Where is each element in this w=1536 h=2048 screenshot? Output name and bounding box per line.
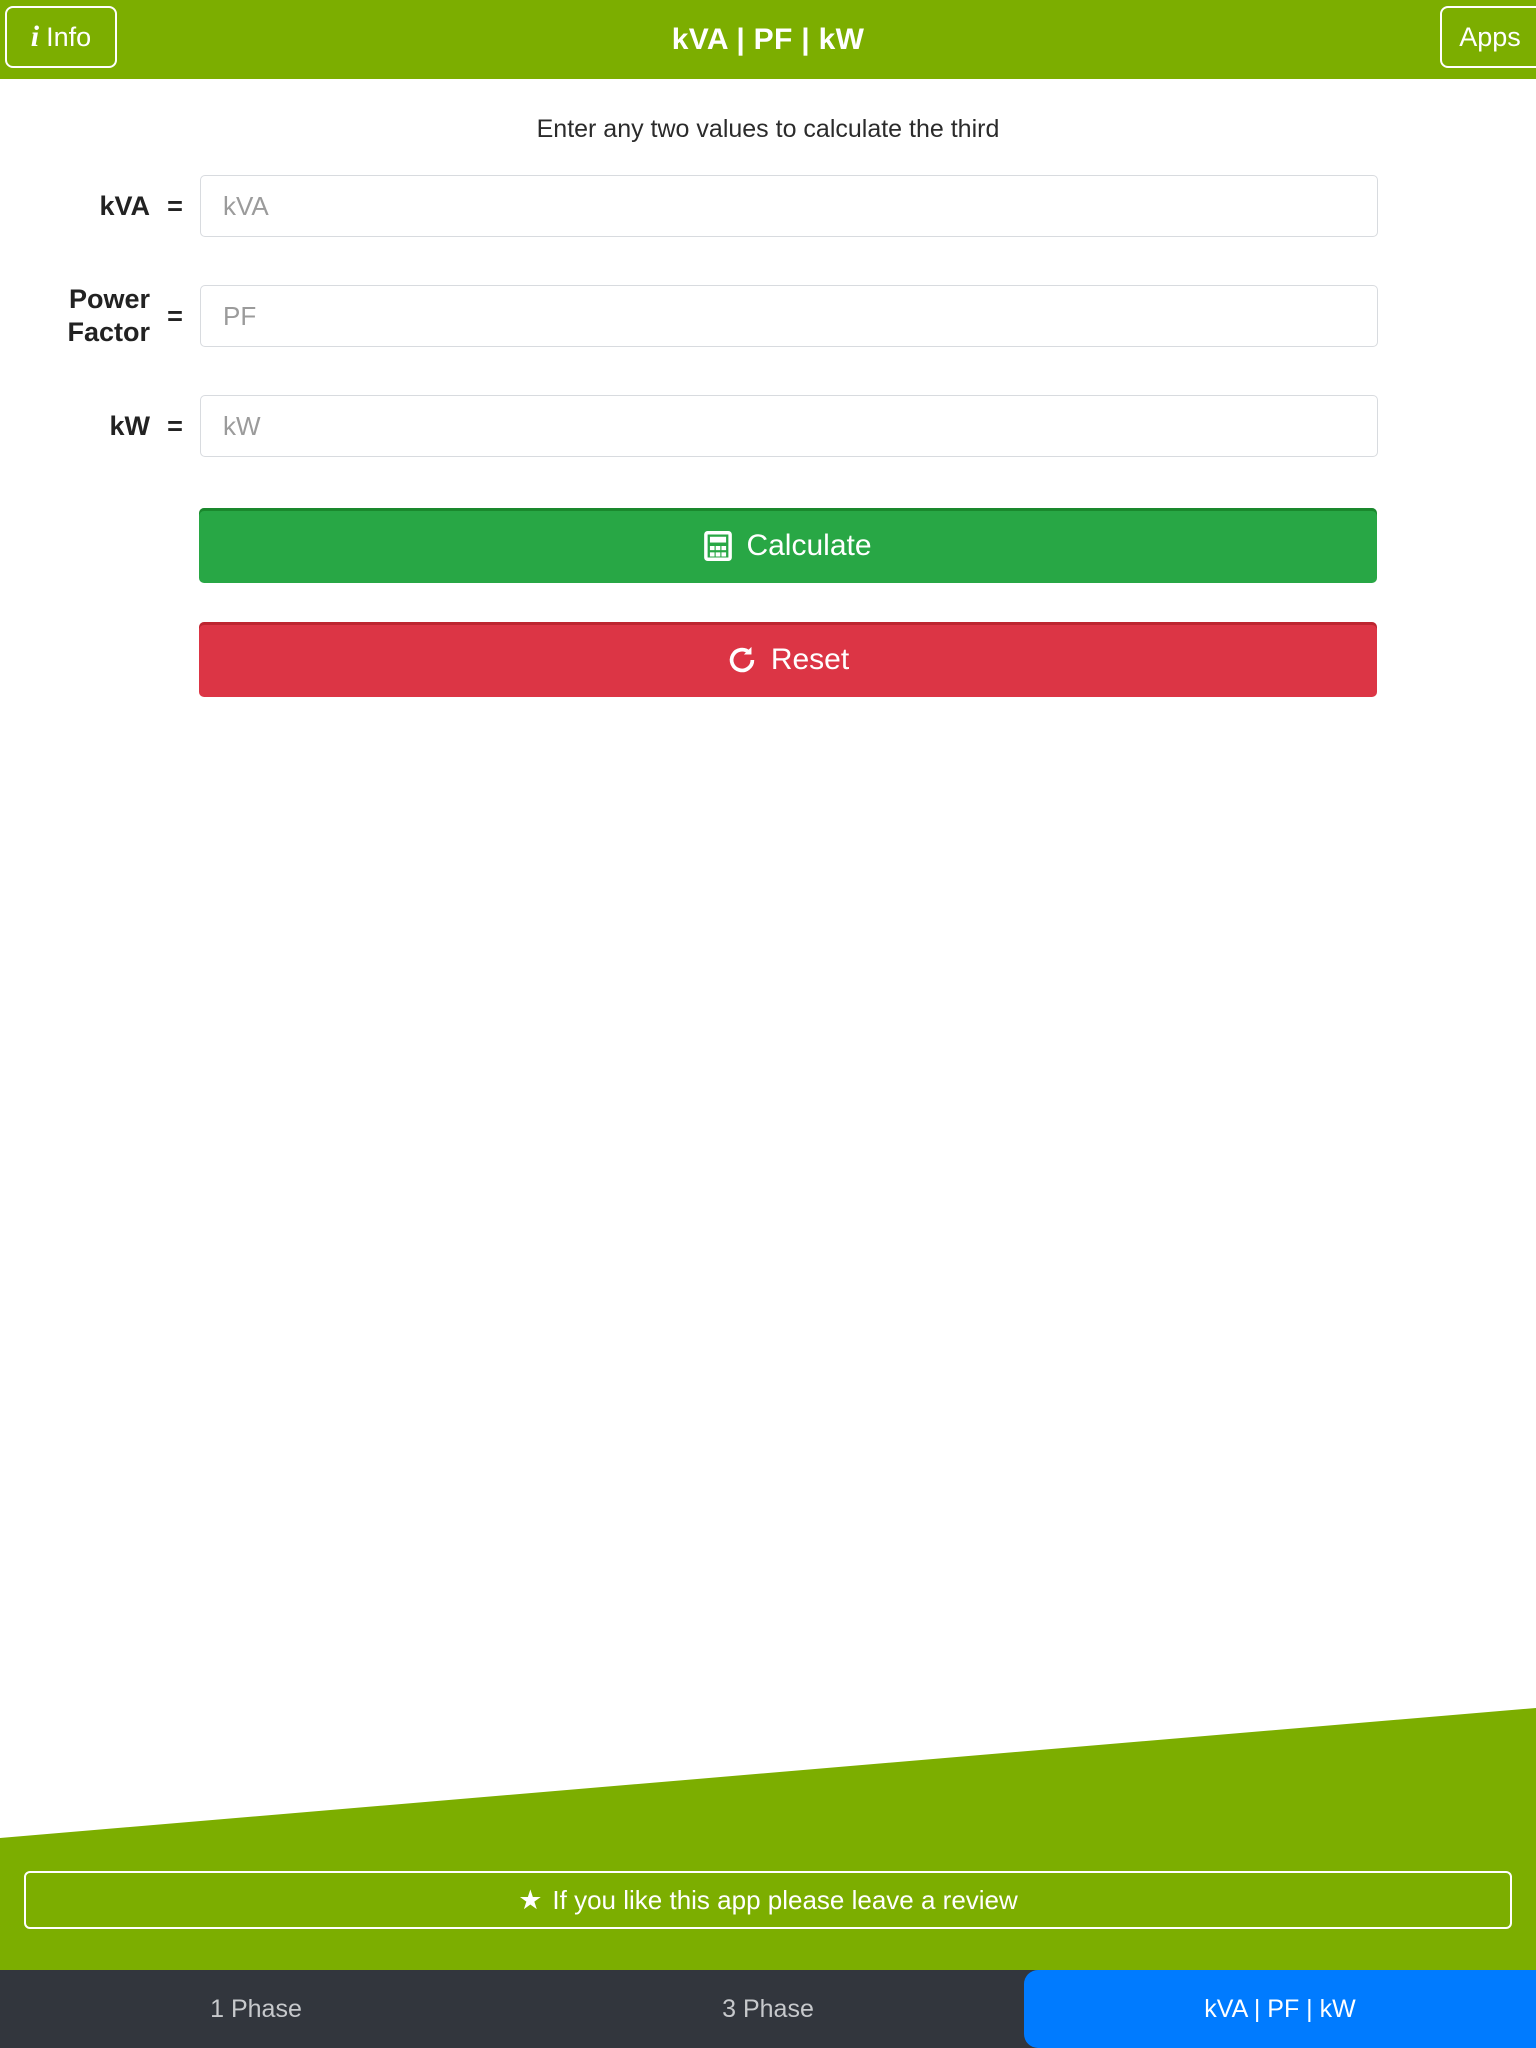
power-factor-label-line2: Factor xyxy=(67,317,150,347)
calculate-button-label: Calculate xyxy=(746,528,872,562)
tab-1-phase[interactable]: 1 Phase xyxy=(0,1970,512,2048)
power-factor-row: Power Factor = xyxy=(0,283,1536,349)
app-root: i Info kVA | PF | kW Apps Enter any two … xyxy=(0,0,1536,2048)
kva-label: kVA xyxy=(99,190,150,221)
tab-3-phase[interactable]: 3 Phase xyxy=(512,1970,1024,2048)
kw-input[interactable] xyxy=(200,395,1378,457)
kw-equals-sign: = xyxy=(167,410,183,441)
tab-3-phase-label: 3 Phase xyxy=(722,1994,814,2023)
kva-row: kVA = xyxy=(0,175,1536,237)
reset-button[interactable]: Reset xyxy=(199,622,1377,697)
kva-input[interactable] xyxy=(200,175,1378,237)
pf-equals-sign: = xyxy=(167,300,183,331)
apps-button[interactable]: Apps xyxy=(1440,6,1536,68)
reset-button-label: Reset xyxy=(770,642,850,676)
refresh-icon xyxy=(727,645,757,675)
tab-kva-pf-kw-label: kVA | PF | kW xyxy=(1204,1994,1356,2023)
calculator-form: kVA = Power Factor = kW = xyxy=(0,175,1536,505)
power-factor-input[interactable] xyxy=(200,285,1378,347)
apps-button-label: Apps xyxy=(1459,21,1521,52)
info-button[interactable]: i Info xyxy=(5,6,117,68)
info-icon: i xyxy=(30,20,40,53)
review-button-label: If you like this app please leave a revi… xyxy=(552,1884,1018,1915)
app-header: i Info kVA | PF | kW Apps xyxy=(0,0,1536,79)
tab-1-phase-label: 1 Phase xyxy=(210,1994,302,2023)
footer-green-band xyxy=(0,1708,1536,2000)
kva-equals-sign: = xyxy=(167,190,183,221)
star-icon: ★ xyxy=(518,1884,543,1915)
power-factor-label: Power Factor xyxy=(0,283,150,349)
page-title: kVA | PF | kW xyxy=(671,22,865,56)
instruction-text: Enter any two values to calculate the th… xyxy=(536,115,1000,143)
bottom-tab-bar: 1 Phase 3 Phase kVA | PF | kW xyxy=(0,1970,1536,2048)
calculate-button[interactable]: Calculate xyxy=(199,508,1377,583)
action-buttons: Calculate Reset xyxy=(199,508,1377,697)
calculator-icon xyxy=(704,530,733,561)
power-factor-label-line1: Power xyxy=(68,284,150,315)
tab-kva-pf-kw[interactable]: kVA | PF | kW xyxy=(1024,1970,1536,2048)
kw-label: kW xyxy=(109,410,151,441)
info-button-label: Info xyxy=(46,21,92,52)
review-button[interactable]: ★ If you like this app please leave a re… xyxy=(24,1871,1512,1929)
kw-row: kW = xyxy=(0,395,1536,457)
